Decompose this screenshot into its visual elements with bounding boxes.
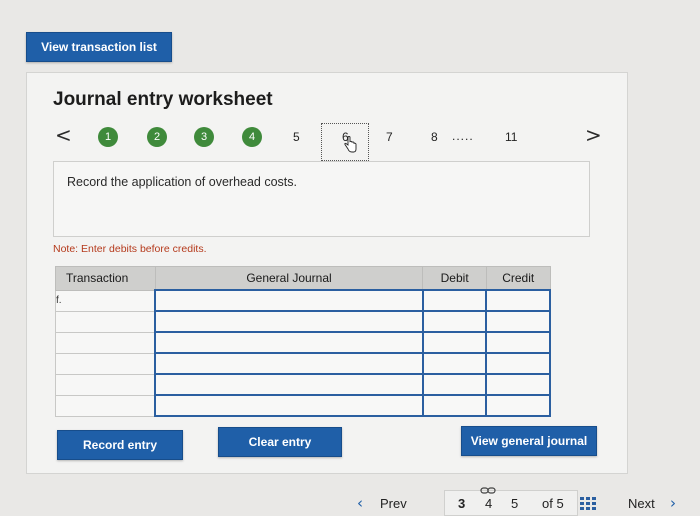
account-input[interactable]: [154, 394, 424, 417]
step-2[interactable]: 2: [147, 127, 167, 147]
account-input[interactable]: [154, 310, 424, 333]
step-8[interactable]: 8: [431, 130, 438, 144]
view-transaction-list-button[interactable]: View transaction list: [26, 32, 172, 62]
step-6-current[interactable]: 6: [321, 123, 369, 161]
transaction-cell: [55, 310, 156, 333]
worksheet-title: Journal entry worksheet: [53, 89, 273, 110]
account-input[interactable]: [154, 289, 424, 312]
journal-table: Transaction General Journal Debit Credit…: [55, 266, 551, 417]
note-text: Note: Enter debits before credits.: [53, 243, 207, 255]
debit-input[interactable]: [421, 352, 488, 375]
credit-input[interactable]: [485, 373, 551, 396]
table-row: [55, 352, 551, 375]
credit-input[interactable]: [485, 352, 551, 375]
credit-input[interactable]: [485, 310, 551, 333]
debit-input[interactable]: [421, 394, 488, 417]
link-icon: [480, 487, 496, 494]
grid-menu-icon[interactable]: [580, 497, 596, 511]
credit-input[interactable]: [485, 331, 551, 354]
table-header-row: Transaction General Journal Debit Credit: [55, 266, 551, 291]
debit-input[interactable]: [421, 310, 488, 333]
debit-input[interactable]: [421, 289, 488, 312]
step-1[interactable]: 1: [98, 127, 118, 147]
record-entry-button[interactable]: Record entry: [57, 430, 183, 460]
header-transaction: Transaction: [55, 266, 156, 291]
transaction-cell: [55, 331, 156, 354]
account-input[interactable]: [154, 331, 424, 354]
page-4[interactable]: 4: [485, 496, 492, 511]
transaction-cell: f.: [55, 289, 156, 312]
prev-page-link[interactable]: Prev: [380, 496, 407, 511]
table-row: [55, 331, 551, 354]
next-chevron-icon[interactable]: ›: [670, 494, 676, 512]
page-3[interactable]: 3: [458, 496, 465, 511]
header-debit: Debit: [422, 266, 487, 291]
prompt-text: Record the application of overhead costs…: [67, 175, 297, 189]
header-credit: Credit: [485, 266, 551, 291]
next-step-arrow-icon[interactable]: >: [585, 123, 602, 147]
table-row: f.: [55, 289, 551, 312]
prompt-box: Record the application of overhead costs…: [53, 161, 590, 237]
debit-input[interactable]: [421, 373, 488, 396]
pointer-hand-icon: [344, 136, 357, 153]
steps-ellipsis: .....: [452, 129, 474, 143]
header-general-journal: General Journal: [154, 266, 424, 291]
table-row: [55, 310, 551, 333]
step-11[interactable]: 11: [505, 130, 517, 144]
prev-step-arrow-icon[interactable]: <: [55, 123, 72, 147]
view-general-journal-button[interactable]: View general journal: [461, 426, 597, 456]
table-row: [55, 373, 551, 396]
account-input[interactable]: [154, 373, 424, 396]
journal-worksheet-panel: Journal entry worksheet < 1 2 3 4 5 6 7 …: [26, 72, 628, 474]
step-7[interactable]: 7: [386, 130, 393, 144]
transaction-cell: [55, 373, 156, 396]
account-input[interactable]: [154, 352, 424, 375]
next-page-link[interactable]: Next: [628, 496, 655, 511]
debit-input[interactable]: [421, 331, 488, 354]
credit-input[interactable]: [485, 289, 551, 312]
page-5[interactable]: 5: [511, 496, 518, 511]
step-4[interactable]: 4: [242, 127, 262, 147]
step-5[interactable]: 5: [293, 130, 300, 144]
transaction-cell: [55, 394, 156, 417]
prev-chevron-icon[interactable]: ‹: [357, 494, 363, 512]
clear-entry-button[interactable]: Clear entry: [218, 427, 342, 457]
credit-input[interactable]: [485, 394, 551, 417]
page-count: of 5: [542, 496, 564, 511]
transaction-cell: [55, 352, 156, 375]
table-row: [55, 394, 551, 417]
step-3[interactable]: 3: [194, 127, 214, 147]
